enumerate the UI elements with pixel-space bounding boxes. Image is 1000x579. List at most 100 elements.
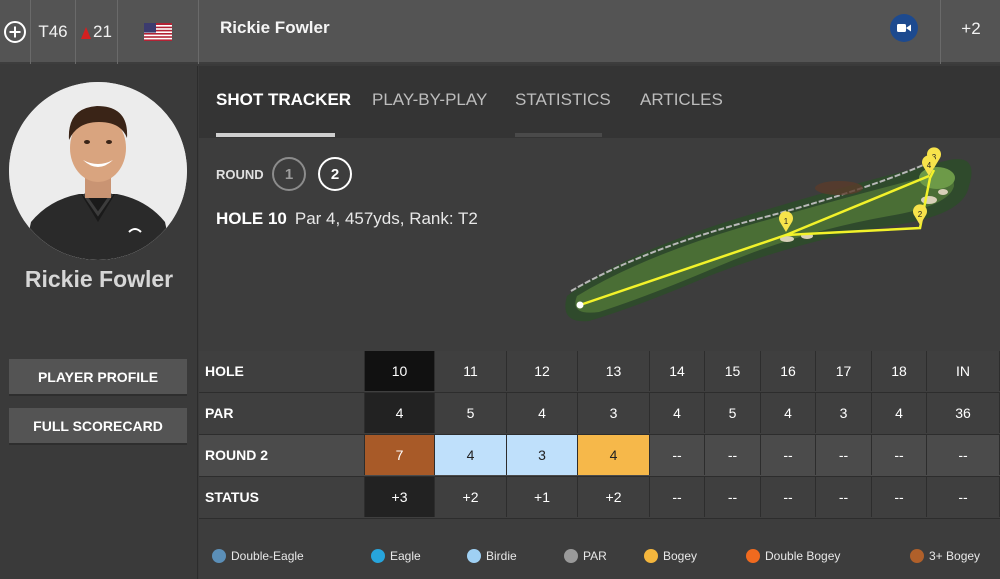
legend-label: Double Bogey — [765, 549, 841, 563]
legend-item: Eagle — [371, 549, 421, 563]
par-cell: 4 — [761, 393, 816, 433]
legend-dot-icon — [746, 549, 760, 563]
status-cell: +2 — [578, 477, 650, 517]
round-cell: 4 — [435, 435, 507, 475]
position-cell: T46 — [31, 0, 76, 64]
expand-button[interactable] — [0, 0, 31, 64]
player-name: Rickie Fowler — [24, 266, 174, 292]
player-avatar — [9, 82, 187, 260]
legend-dot-icon — [910, 549, 924, 563]
header-player-name[interactable]: Rickie Fowler — [220, 0, 330, 56]
legend-dot-icon — [371, 549, 385, 563]
flag-cell — [118, 0, 198, 64]
status-cell: -- — [816, 477, 872, 517]
columns-cell[interactable]: 15 — [705, 351, 761, 391]
status-cell: -- — [650, 477, 705, 517]
columns-cell[interactable]: IN — [927, 351, 1000, 391]
plus-circle-icon — [4, 21, 26, 43]
main-panel: SHOT TRACKER PLAY-BY-PLAY STATISTICS ART… — [199, 66, 1000, 579]
position-movement: 21 — [81, 22, 112, 42]
columns-cell[interactable]: 14 — [650, 351, 705, 391]
tab-articles[interactable]: ARTICLES — [640, 90, 723, 110]
hole-info: HOLE 10 Par 4, 457yds, Rank: T2 — [216, 209, 478, 229]
par-row-label: PAR — [199, 393, 365, 433]
svg-text:1: 1 — [784, 217, 789, 226]
legend-item: Double Bogey — [746, 549, 840, 563]
round-cell: 3 — [507, 435, 578, 475]
par-cell: 5 — [435, 393, 507, 433]
tab-statistics[interactable]: STATISTICS — [515, 90, 611, 110]
hole-title: HOLE 10 — [216, 209, 287, 228]
round-cell: -- — [705, 435, 761, 475]
round-row-label: ROUND 2 — [199, 435, 365, 475]
round-cell: -- — [761, 435, 816, 475]
status-cell: +1 — [507, 477, 578, 517]
score-legend: Double-Eagle Eagle Birdie PAR Bogey Double Bo… — [199, 543, 1000, 573]
movement-value: 21 — [93, 22, 112, 41]
video-camera-icon — [897, 24, 911, 32]
status-cell: -- — [927, 477, 1000, 517]
round-cell: -- — [872, 435, 927, 475]
legend-dot-icon — [212, 549, 226, 563]
legend-item: 3+ Bogey — [910, 549, 980, 563]
par-cell: 4 — [872, 393, 927, 433]
legend-label: Birdie — [486, 549, 517, 563]
round-cell: 4 — [578, 435, 650, 475]
top-bar: T46 21 Rickie Fowler +2 — [0, 0, 1000, 64]
par-cell: 5 — [705, 393, 761, 433]
columns-cell[interactable]: 10 — [365, 351, 435, 391]
columns-row-label: HOLE — [199, 351, 365, 391]
par-cell: 4 — [507, 393, 578, 433]
up-arrow-icon — [81, 27, 92, 39]
movement-cell: 21 — [76, 0, 118, 64]
legend-dot-icon — [467, 549, 481, 563]
player-position: T46 — [38, 22, 68, 41]
status-cell: +3 — [365, 477, 435, 517]
par-cell: 36 — [927, 393, 1000, 433]
tab-bar: SHOT TRACKER PLAY-BY-PLAY STATISTICS ART… — [199, 66, 1000, 138]
table-row-hole: HOLE 10 11 12 13 14 15 16 17 18 IN — [199, 351, 1000, 392]
legend-item: PAR — [564, 549, 607, 563]
table-row-status: STATUS +3 +2 +1 +2 -- -- -- -- -- -- — [199, 477, 1000, 518]
legend-item: Bogey — [644, 549, 697, 563]
par-cell: 3 — [578, 393, 650, 433]
status-cell: -- — [872, 477, 927, 517]
hover-tab-indicator — [515, 133, 602, 137]
player-profile-button[interactable]: PLAYER PROFILE — [9, 359, 187, 396]
hole-map[interactable]: 1 2 3 4 — [559, 146, 999, 336]
svg-text:4: 4 — [927, 161, 932, 170]
svg-text:2: 2 — [918, 210, 923, 219]
player-sidebar: Rickie Fowler PLAYER PROFILE FULL SCOREC… — [0, 66, 198, 579]
columns-cell[interactable]: 11 — [435, 351, 507, 391]
full-scorecard-button[interactable]: FULL SCORECARD — [9, 408, 187, 445]
status-cell: -- — [761, 477, 816, 517]
columns-cell[interactable]: 16 — [761, 351, 816, 391]
round-cell: -- — [927, 435, 1000, 475]
legend-label: Bogey — [663, 549, 698, 563]
columns-cell[interactable]: 13 — [578, 351, 650, 391]
tab-shot-tracker[interactable]: SHOT TRACKER — [216, 90, 351, 110]
legend-dot-icon — [644, 549, 658, 563]
columns-cell[interactable]: 12 — [507, 351, 578, 391]
round-cell: -- — [650, 435, 705, 475]
round-2-button[interactable]: 2 — [318, 157, 352, 191]
more-players-count[interactable]: +2 — [942, 0, 1000, 58]
legend-item: Double-Eagle — [212, 549, 304, 563]
round-cell: -- — [816, 435, 872, 475]
par-cell: 4 — [650, 393, 705, 433]
columns-cell[interactable]: 17 — [816, 351, 872, 391]
legend-item: Birdie — [467, 549, 517, 563]
round-label: ROUND — [216, 167, 264, 182]
shot-marker-2[interactable]: 2 — [913, 204, 927, 225]
active-tab-indicator — [216, 133, 335, 137]
columns-cell[interactable]: 18 — [872, 351, 927, 391]
status-row-label: STATUS — [199, 477, 365, 517]
round-cell: 7 — [365, 435, 435, 475]
video-button[interactable] — [890, 14, 918, 42]
round-1-button[interactable]: 1 — [272, 157, 306, 191]
table-row-round: ROUND 2 7 4 3 4 -- -- -- -- -- -- — [199, 435, 1000, 476]
tab-play-by-play[interactable]: PLAY-BY-PLAY — [372, 90, 487, 110]
hole-details: Par 4, 457yds, Rank: T2 — [294, 209, 478, 228]
legend-label: Double-Eagle — [231, 549, 304, 563]
par-cell: 4 — [365, 393, 435, 433]
